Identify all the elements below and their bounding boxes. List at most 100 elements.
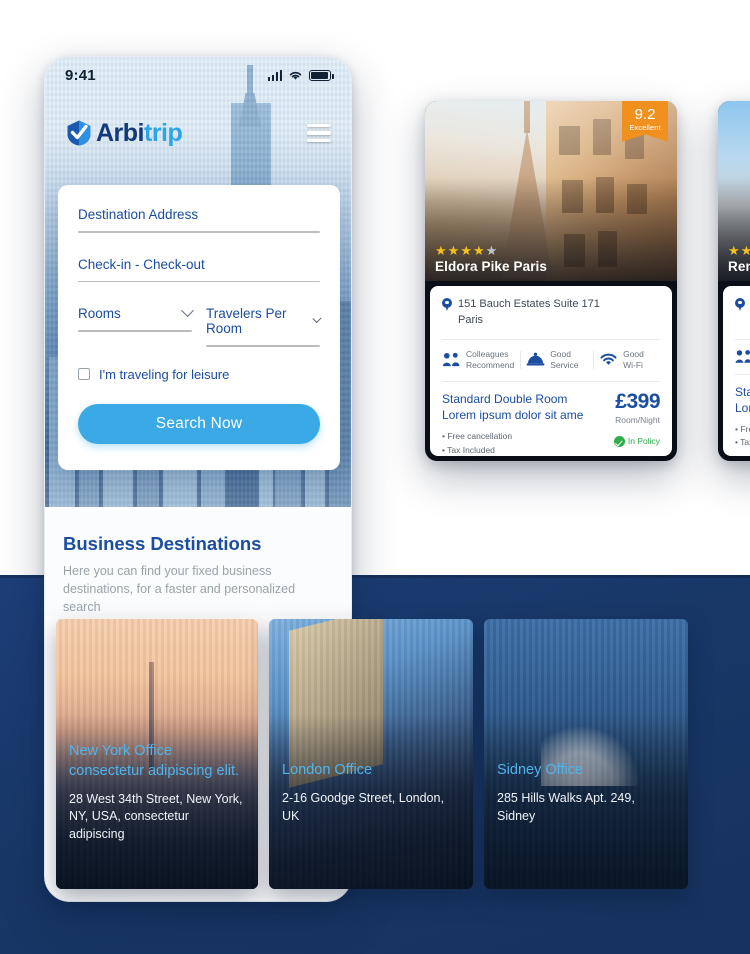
rooms-select[interactable]: Rooms — [78, 304, 194, 347]
field-underline — [78, 330, 192, 332]
star-icon: ★ — [728, 243, 740, 258]
colleagues-icon — [735, 349, 750, 363]
amenity-label: Good Wi-Fi — [623, 349, 644, 371]
phone-status-bar: 9:41 — [45, 57, 351, 93]
destination-card-london[interactable]: London Office 2-16 Goodge Street, London… — [269, 619, 473, 889]
star-icon: ★ — [740, 243, 750, 258]
travelers-select[interactable]: Travelers Per Room — [206, 306, 322, 347]
room-info: Stan Lore • Free • Tax I — [735, 384, 750, 450]
destination-card-body: Sidney Office 285 Hills Walks Apt. 249, … — [497, 761, 675, 825]
hotel-name: Renai — [728, 259, 750, 274]
hotel-name: Eldora Pike Paris — [435, 259, 548, 274]
hotel-address-line2: Paris — [458, 313, 484, 326]
destination-card-sidney[interactable]: Sidney Office 285 Hills Walks Apt. 249, … — [484, 619, 688, 889]
location-pin-icon — [442, 298, 452, 312]
hotel-title-block: ★ ★ ★ Renai — [728, 244, 750, 274]
leisure-checkbox[interactable] — [78, 368, 90, 380]
check-circle-icon — [613, 435, 625, 447]
destination-field[interactable]: Destination Address — [78, 207, 320, 233]
destination-title: Sidney Office — [497, 762, 583, 779]
in-policy-label: In Policy — [627, 436, 660, 447]
brand-logo: Arbitrip — [65, 118, 183, 147]
room-bullet: • Tax I — [735, 437, 750, 448]
field-underline — [78, 231, 320, 233]
amenity-good-wifi: Good Wi-Fi — [593, 349, 666, 371]
wifi-icon — [289, 71, 302, 80]
leisure-checkbox-row[interactable]: I'm traveling for leisure — [78, 367, 320, 382]
hotel-address-text: 151 Bauch Estates Suite 171 Paris — [458, 297, 600, 329]
app-header: Arbitrip — [45, 105, 351, 161]
price-block: £399 Room/Night In Policy — [613, 391, 661, 447]
field-underline — [78, 280, 320, 282]
hotel-amenities — [723, 340, 750, 374]
leisure-checkbox-label: I'm traveling for leisure — [99, 366, 230, 382]
rooms-select-label: Rooms — [78, 306, 121, 321]
page-root: 9:41 Arbitrip Destination Address Check-… — [0, 0, 750, 954]
colleagues-icon — [442, 353, 460, 367]
star-icon: ★ — [435, 243, 447, 258]
signal-bars-icon — [267, 69, 282, 81]
field-underline — [206, 345, 320, 347]
hotel-title-block: ★ ★ ★ ★ ★ Eldora Pike Paris — [435, 244, 667, 274]
brand-name-part1: Arbi — [96, 118, 145, 147]
destination-cards-row: New York Office consectetur adipiscing e… — [56, 619, 688, 889]
room-title-line1: Standard Double Room — [442, 391, 568, 406]
room-bullet: • Free cancellation — [442, 431, 513, 442]
business-destinations-title: Business Destinations — [63, 533, 262, 554]
destination-input[interactable]: Destination Address — [78, 207, 320, 231]
hotel-card-eldora-pike-paris[interactable]: 9.2 Excellent ★ ★ ★ ★ ★ Eldora Pike Pari… — [425, 101, 677, 461]
room-title-line2: Lore — [735, 401, 750, 416]
hotel-star-rating: ★ ★ ★ ★ ★ — [435, 244, 667, 257]
amenity-colleagues — [729, 349, 750, 364]
star-icon: ★ — [460, 243, 472, 258]
battery-icon — [309, 69, 334, 81]
business-destinations-subtitle: Here you can find your fixed business de… — [63, 564, 296, 615]
amenity-label: Good Service — [550, 349, 578, 371]
travelers-select-top[interactable]: Travelers Per Room — [206, 306, 322, 345]
dates-field[interactable]: Check-in - Check-out — [78, 257, 320, 282]
occupancy-row: Rooms Travelers Per Room — [78, 304, 322, 347]
amenity-colleagues-recommend: Colleagues Recommend — [436, 349, 520, 371]
destination-card-body: New York Office consectetur adipiscing e… — [69, 742, 245, 843]
service-bell-icon — [526, 352, 545, 366]
hotel-address: 20 (0: — [723, 286, 750, 339]
destination-address: 285 Hills Walks Apt. 249, Sidney — [497, 791, 635, 823]
location-pin-icon — [735, 298, 745, 312]
hotel-star-rating: ★ ★ ★ — [728, 244, 750, 257]
destination-card-new-york[interactable]: New York Office consectetur adipiscing e… — [56, 619, 258, 889]
search-now-button[interactable]: Search Now — [78, 403, 320, 444]
wifi-icon — [600, 354, 617, 366]
hotel-amenities: Colleagues Recommend Good Service Good W… — [430, 340, 672, 381]
chevron-down-icon[interactable] — [181, 304, 194, 318]
travelers-select-label: Travelers Per Room — [206, 306, 287, 336]
amenity-good-service: Good Service — [520, 349, 593, 371]
brand-name: Arbitrip — [96, 118, 183, 147]
destination-title: London Office — [282, 762, 373, 779]
shield-check-logo-icon — [65, 119, 93, 147]
star-icon: ★ — [447, 243, 460, 258]
destination-card-body: London Office 2-16 Goodge Street, London… — [282, 761, 460, 825]
hamburger-menu-icon[interactable] — [307, 123, 331, 143]
brand-name-part2: trip — [144, 118, 183, 147]
hotel-photo: 9.2 Excellent ★ ★ ★ ★ ★ Eldora Pike Pari… — [425, 101, 677, 281]
room-price-unit: Room/Night — [615, 414, 660, 425]
amenity-label-line1: Colleagues — [466, 348, 509, 359]
destination-address: 28 West 34th Street, New York, NY, USA, … — [69, 791, 243, 841]
amenity-label-line2: Wi-Fi — [623, 359, 643, 370]
star-icon: ★ — [472, 243, 485, 258]
room-title: Stan Lore — [735, 384, 750, 416]
room-bullets: • Free cancellation • Tax Included — [442, 430, 608, 456]
room-bullet: • Tax Included — [442, 444, 495, 455]
in-policy-badge: In Policy — [613, 435, 660, 447]
amenity-label-line1: Good — [623, 348, 644, 359]
rooms-select-top[interactable]: Rooms — [78, 304, 194, 330]
hotel-score-label: Excellent — [629, 122, 661, 132]
hotel-photo: ★ ★ ★ Renai — [718, 101, 750, 281]
hotel-card-renaissance[interactable]: ★ ★ ★ Renai 20 (0: — [718, 101, 750, 461]
amenity-label-line1: Good — [550, 348, 571, 359]
amenity-label: Colleagues Recommend — [466, 349, 514, 371]
dates-input[interactable]: Check-in - Check-out — [78, 257, 320, 281]
hotel-address-line1: 151 Bauch Estates Suite 171 — [458, 298, 600, 310]
room-title: Standard Double Room Lorem ipsum dolor s… — [442, 391, 608, 423]
room-bullet: • Free — [735, 424, 750, 435]
